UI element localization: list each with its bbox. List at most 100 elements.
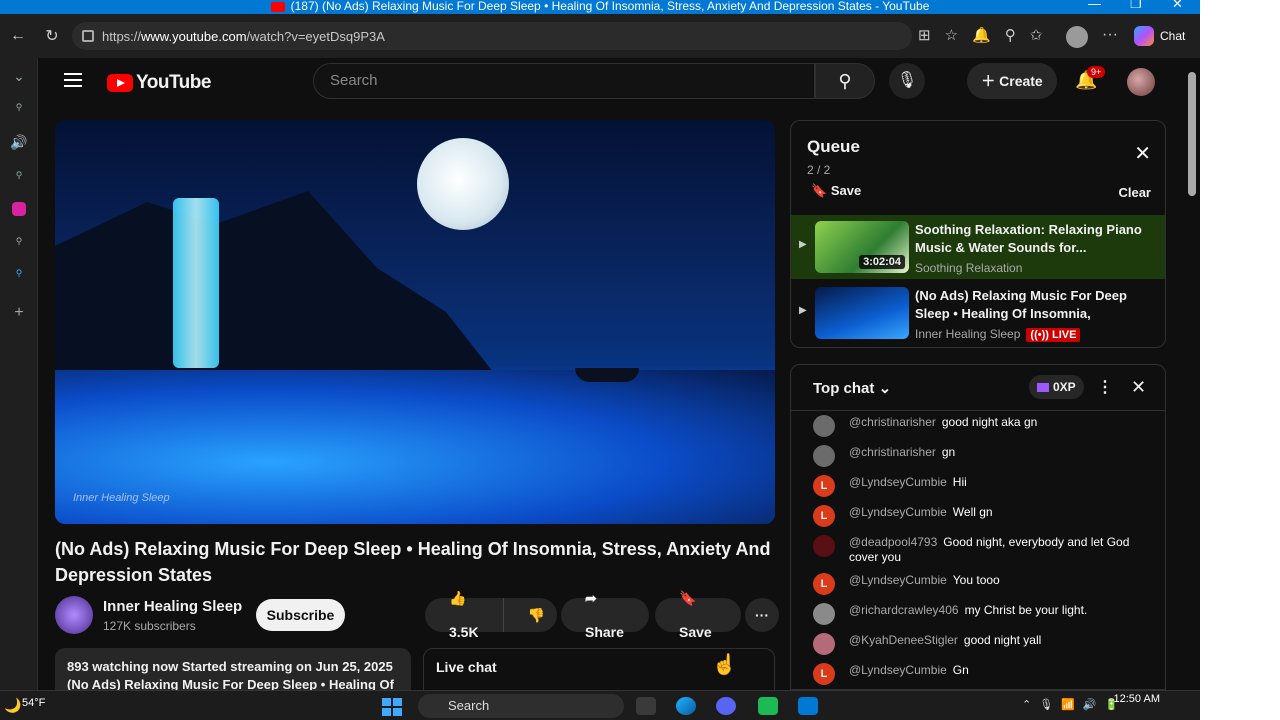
chat-message[interactable]: @richardcrawley406 my Christ be your ligh…: [791, 599, 1165, 629]
favorite-star-icon[interactable]: ☆: [945, 26, 958, 44]
chat-message[interactable]: @christinarisher gn: [791, 441, 1165, 471]
chat-message[interactable]: @christinarisher good night aka gn: [791, 411, 1165, 441]
search-icon: ⚲: [838, 71, 852, 91]
channel-name[interactable]: Inner Healing Sleep: [103, 598, 242, 615]
app-available-icon[interactable]: ⊞: [918, 26, 931, 44]
chat-username[interactable]: @KyahDeneeStigler: [849, 633, 958, 647]
chat-avatar[interactable]: [813, 415, 835, 437]
store-icon[interactable]: [798, 697, 818, 715]
chat-avatar[interactable]: L: [813, 663, 835, 685]
notification-bell-icon[interactable]: 🔔: [972, 26, 991, 44]
create-button[interactable]: ＋ Create: [967, 63, 1057, 99]
queue-item[interactable]: ▶ (No Ads) Relaxing Music For Deep Sleep…: [791, 281, 1165, 345]
like-button[interactable]: 👍 3.5K: [425, 581, 503, 649]
clock-time[interactable]: 12:50 AM: [1110, 693, 1160, 705]
youtube-logo[interactable]: YouTube: [107, 72, 211, 94]
taskbar-search[interactable]: Search: [418, 694, 624, 718]
chat-close-icon[interactable]: ✕: [1131, 377, 1146, 398]
more-menu-icon[interactable]: ···: [1102, 26, 1118, 44]
dislike-button[interactable]: 👎: [502, 598, 569, 632]
chat-avatar[interactable]: L: [813, 505, 835, 527]
channel-avatar[interactable]: [55, 596, 93, 634]
subscribe-button[interactable]: Subscribe: [256, 599, 345, 631]
favorites-icon[interactable]: ✩: [1030, 26, 1043, 44]
chat-avatar[interactable]: L: [813, 475, 835, 497]
chat-username[interactable]: @christinarisher: [849, 415, 936, 429]
xp-badge[interactable]: 0XP: [1029, 375, 1084, 399]
queue-close-icon[interactable]: ✕: [1134, 141, 1151, 166]
account-avatar[interactable]: [1127, 68, 1155, 96]
edge-browser-icon[interactable]: [676, 697, 696, 715]
file-explorer-icon[interactable]: [636, 697, 656, 715]
chat-username[interactable]: @deadpool4793: [849, 535, 937, 549]
queue-thumbnail[interactable]: [815, 287, 909, 339]
queue-clear-button[interactable]: Clear: [1118, 185, 1151, 200]
weather-icon[interactable]: 🌙: [4, 697, 21, 714]
chat-username[interactable]: @LyndseyCumbie: [849, 505, 947, 519]
share-button[interactable]: ➦ Share: [561, 590, 649, 640]
queue-channel-name: Inner Healing Sleep: [915, 327, 1021, 341]
scrollbar-thumb[interactable]: [1188, 72, 1196, 196]
chat-header: Top chat ⌄ 0XP ⋮ ✕: [791, 365, 1165, 411]
app-icon[interactable]: [758, 697, 778, 715]
voice-search-button[interactable]: 🎙: [889, 63, 925, 99]
site-info-icon[interactable]: [82, 30, 94, 42]
minimize-icon[interactable]: —: [1088, 0, 1101, 10]
search-icon[interactable]: ⚲: [10, 268, 28, 286]
save-video-button[interactable]: 🔖 Save: [655, 590, 741, 640]
browser-profile-avatar[interactable]: [1066, 26, 1088, 48]
search-input[interactable]: Search: [313, 63, 815, 99]
search-icon[interactable]: ⚲: [10, 102, 28, 120]
chat-message[interactable]: @deadpool4793 Good night, everybody and l…: [791, 531, 1165, 569]
chat-avatar[interactable]: [813, 535, 835, 557]
search-button[interactable]: ⚲: [815, 63, 875, 99]
queue-item-title[interactable]: Soothing Relaxation: Relaxing Piano Musi…: [915, 221, 1147, 257]
xp-label: 0XP: [1053, 380, 1076, 394]
back-icon[interactable]: ←: [4, 27, 32, 45]
start-button[interactable]: [382, 698, 402, 716]
weather-temperature[interactable]: 54°F: [22, 697, 45, 709]
chat-username[interactable]: @christinarisher: [849, 445, 936, 459]
collapse-sidebar-icon[interactable]: ⌄: [10, 68, 28, 86]
chat-message[interactable]: L @LyndseyCumbie Gn: [791, 659, 1165, 689]
menu-icon[interactable]: [64, 73, 82, 87]
address-bar[interactable]: https://www.youtube.com/watch?v=eyetDsq9…: [72, 22, 912, 50]
description-box[interactable]: 893 watching now Started streaming on Ju…: [55, 648, 411, 690]
queue-title: Queue: [807, 137, 860, 156]
queue-save-button[interactable]: 🔖 Save: [811, 183, 861, 199]
queue-item-title[interactable]: (No Ads) Relaxing Music For Deep Sleep •…: [915, 287, 1147, 323]
more-actions-button[interactable]: ···: [745, 598, 779, 632]
chat-avatar[interactable]: [813, 603, 835, 625]
queue-item[interactable]: ▶ 3:02:04 Soothing Relaxation: Relaxing …: [791, 215, 1165, 279]
add-icon[interactable]: +: [10, 304, 28, 322]
video-frame-moon: [417, 138, 509, 230]
window-title: (187) (No Ads) Relaxing Music For Deep S…: [290, 0, 930, 13]
chat-avatar[interactable]: [813, 633, 835, 655]
more-vertical-icon[interactable]: ⋮: [1097, 377, 1113, 397]
copilot-chat-button[interactable]: Chat: [1134, 26, 1185, 46]
instagram-icon[interactable]: [12, 202, 26, 216]
queue-thumbnail[interactable]: 3:02:04: [815, 221, 909, 273]
search-icon[interactable]: ⚲: [10, 236, 28, 254]
close-window-icon[interactable]: ✕: [1172, 0, 1183, 10]
chat-username[interactable]: @LyndseyCumbie: [849, 663, 947, 677]
page-scrollbar[interactable]: [1184, 58, 1200, 690]
chat-message[interactable]: @KyahDeneeStigler good night yall: [791, 629, 1165, 659]
chat-avatar[interactable]: L: [813, 573, 835, 595]
audio-tab-icon[interactable]: 🔊: [10, 134, 28, 152]
discord-icon[interactable]: [716, 697, 736, 715]
restore-icon[interactable]: ❐: [1130, 0, 1142, 10]
chat-message[interactable]: L @LyndseyCumbie Well gn: [791, 501, 1165, 531]
video-player[interactable]: Inner Healing Sleep: [55, 120, 775, 524]
refresh-icon[interactable]: ↻: [38, 26, 66, 46]
chat-username[interactable]: @LyndseyCumbie: [849, 475, 947, 489]
chat-username[interactable]: @richardcrawley406: [849, 603, 959, 617]
chat-message[interactable]: L @LyndseyCumbie Hii: [791, 471, 1165, 501]
extensions-icon[interactable]: ⚲: [1005, 26, 1016, 44]
chat-username[interactable]: @LyndseyCumbie: [849, 573, 947, 587]
chat-mode-dropdown[interactable]: Top chat ⌄: [813, 379, 891, 397]
chat-message[interactable]: L @LyndseyCumbie You tooo: [791, 569, 1165, 599]
notifications-button[interactable]: 🔔 9+: [1075, 66, 1106, 91]
chat-avatar[interactable]: [813, 445, 835, 467]
search-icon[interactable]: ⚲: [10, 170, 28, 188]
